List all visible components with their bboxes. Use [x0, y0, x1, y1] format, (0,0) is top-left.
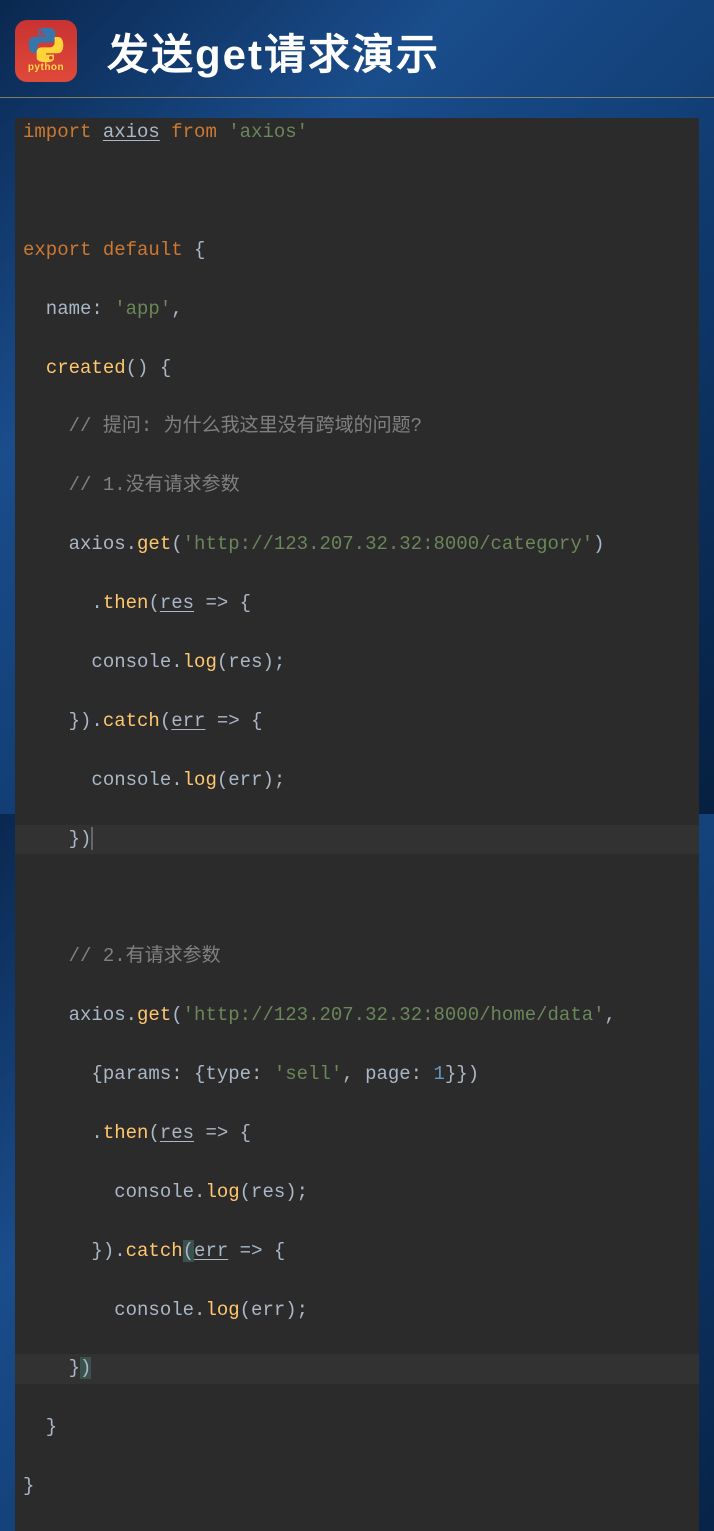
code-line: import axios from 'axios'	[15, 118, 699, 147]
code-line: })	[15, 1354, 699, 1383]
code-line: name: 'app',	[15, 295, 699, 324]
code-line: }).catch(err => {	[15, 1237, 699, 1266]
page-title: 发送get请求演示	[107, 21, 440, 82]
code-line: // 提问: 为什么我这里没有跨域的问题?	[15, 412, 699, 441]
code-line: console.log(err);	[15, 1296, 699, 1325]
code-line: {params: {type: 'sell', page: 1}})	[15, 1060, 699, 1089]
code-line: axios.get('http://123.207.32.32:8000/cat…	[15, 530, 699, 559]
code-line: .then(res => {	[15, 1119, 699, 1148]
code-line: console.log(err);	[15, 766, 699, 795]
python-logo-icon: python	[15, 20, 77, 82]
code-block: import axios from 'axios' export default…	[15, 118, 699, 1531]
code-line	[15, 883, 699, 912]
code-line: // 2.有请求参数	[15, 942, 699, 971]
code-line	[15, 177, 699, 206]
header: python 发送get请求演示	[0, 0, 714, 98]
code-line: })	[15, 825, 699, 854]
code-line: }).catch(err => {	[15, 707, 699, 736]
code-line: console.log(res);	[15, 648, 699, 677]
code-line: export default {	[15, 236, 699, 265]
code-line: created() {	[15, 354, 699, 383]
code-line: // 1.没有请求参数	[15, 471, 699, 500]
code-line: }	[15, 1413, 699, 1442]
code-line: console.log(res);	[15, 1178, 699, 1207]
code-line: .then(res => {	[15, 589, 699, 618]
code-line: axios.get('http://123.207.32.32:8000/hom…	[15, 1001, 699, 1030]
code-line: }	[15, 1472, 699, 1501]
